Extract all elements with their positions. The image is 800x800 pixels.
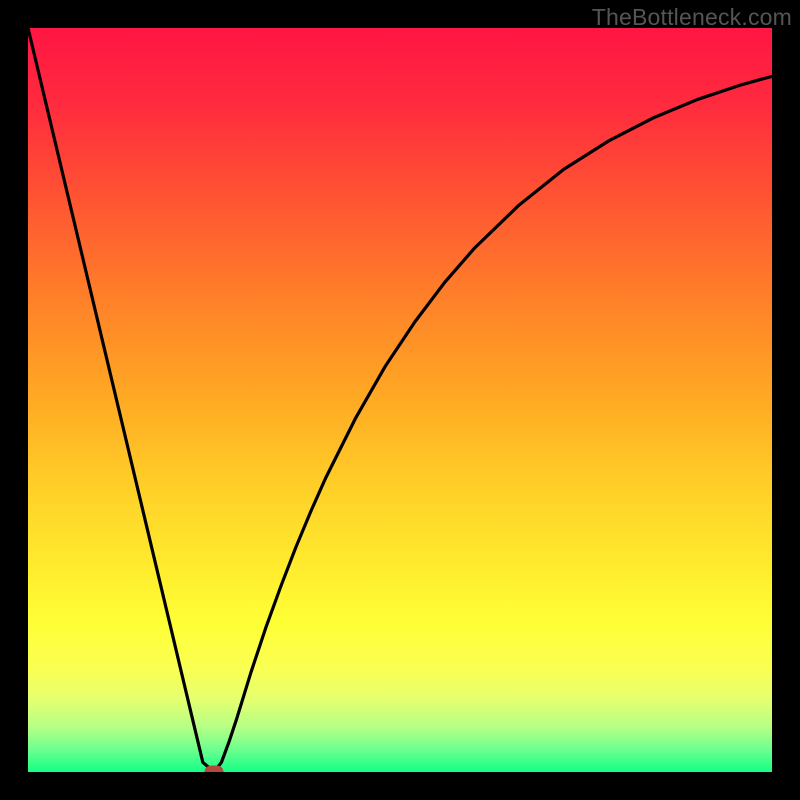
chart-frame: TheBottleneck.com (0, 0, 800, 800)
plot-area (28, 28, 772, 772)
watermark-text: TheBottleneck.com (592, 4, 792, 31)
curve-line (28, 28, 772, 772)
minimum-marker (205, 766, 224, 773)
